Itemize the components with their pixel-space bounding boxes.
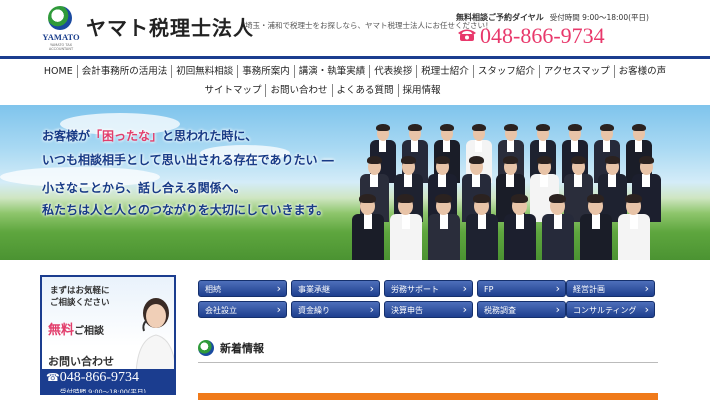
hero-highlight: 「困ったな」 (90, 129, 163, 143)
nav-item-office-info[interactable]: 事務所案内 (237, 65, 294, 78)
hero-line-1: お客様が「困ったな」と思われた時に、 (42, 127, 257, 144)
service-labor[interactable]: 労務サポート (384, 280, 473, 297)
banner-free-text: 無料 (48, 323, 75, 338)
operator-photo (135, 298, 174, 373)
company-name[interactable]: ヤマト税理士法人 (86, 12, 254, 41)
nav-row-2: サイトマップ お問い合わせ よくある質問 採用情報 (0, 84, 710, 97)
banner-lead: まずはお気軽に ご相談ください (50, 285, 110, 309)
logo-mark-icon (48, 6, 72, 30)
staff-person (428, 193, 460, 260)
header-contact: 無料相談ご予約ダイヤル 受付時間 9:00～18:00(平日) 048-866-9… (456, 12, 666, 48)
nav-item-staff[interactable]: スタッフ紹介 (472, 65, 539, 78)
news-divider (198, 362, 658, 363)
contact-label-text: 無料相談ご予約ダイヤル (456, 13, 544, 22)
hero-line-1a: お客様が (42, 129, 91, 143)
company-logo[interactable]: YAMATO YAMATO TAX ACCOUNTANT (40, 6, 80, 51)
service-business-plan[interactable]: 経営計画 (566, 280, 655, 297)
banner-lead-1: まずはお気軽に (50, 286, 110, 296)
site-header: YAMATO YAMATO TAX ACCOUNTANT ヤマト税理士法人 埼玉… (0, 0, 710, 56)
service-tax-audit[interactable]: 税務調査 (477, 301, 566, 318)
banner-lead-2: ご相談ください (50, 298, 110, 308)
nav-item-lectures[interactable]: 講演・執筆実績 (293, 65, 370, 78)
banner-phone-bar: ☎048-866-9734 受付時間 9:00～18:00(平日) (42, 369, 174, 395)
service-fp[interactable]: FP (477, 280, 566, 297)
service-tax-return[interactable]: 決算申告 (384, 301, 473, 318)
banner-phone-icon: ☎ (46, 372, 60, 384)
contact-label: 無料相談ご予約ダイヤル 受付時間 9:00～18:00(平日) (456, 12, 666, 23)
hero-line-4: 私たちは人と人とのつながりを大切にしていきます。 (42, 203, 329, 217)
hero-banner: お客様が「困ったな」と思われた時に、 いつも相談相手として思い出される存在であり… (0, 105, 710, 260)
nav-item-contact[interactable]: お問い合わせ (265, 84, 331, 97)
service-succession[interactable]: 事業承継 (291, 280, 380, 297)
banner-phone-text: 048-866-9734 (59, 370, 140, 385)
hero-line-1b: と思われた時に、 (162, 129, 258, 143)
banner-inquiry: お問い合わせ (48, 355, 114, 368)
nav-item-faq[interactable]: よくある質問 (331, 84, 398, 97)
service-incorporation[interactable]: 会社設立 (198, 301, 287, 318)
header-phone-number[interactable]: 048-866-9734 (456, 23, 605, 49)
staff-person (352, 193, 384, 260)
news-title: 新着情報 (220, 342, 264, 355)
phone-icon (458, 29, 476, 41)
staff-person (618, 193, 650, 260)
staff-person (580, 193, 612, 260)
logo-text: YAMATO (42, 32, 80, 42)
news-icon (198, 340, 214, 356)
header-phone-text: 048-866-9734 (480, 23, 605, 48)
service-inheritance[interactable]: 相続 (198, 280, 287, 297)
global-nav: HOME 会計事務所の活用法 初回無料相談 事務所案内 講演・執筆実績 代表挨拶… (0, 62, 710, 102)
nav-item-utilization[interactable]: 会計事務所の活用法 (76, 65, 172, 78)
contact-hours: 受付時間 9:00～18:00(平日) (549, 13, 649, 22)
nav-item-sitemap[interactable]: サイトマップ (200, 84, 265, 97)
hero-line-3: 小さなことから、話し合える関係へ。 (42, 181, 246, 195)
nav-item-access-map[interactable]: アクセスマップ (538, 65, 614, 78)
banner-phone[interactable]: ☎048-866-9734 (46, 370, 139, 386)
hero-line-2: いつも相談相手として思い出される存在でありたい ― (42, 153, 334, 167)
nav-row-1: HOME 会計事務所の活用法 初回無料相談 事務所案内 講演・執筆実績 代表挨拶… (0, 65, 710, 78)
banner-consult-text: ご相談 (74, 326, 105, 337)
nav-item-recruit[interactable]: 採用情報 (397, 84, 445, 97)
banner-free: 無料ご相談 (48, 323, 104, 339)
service-consulting[interactable]: コンサルティング (566, 301, 655, 318)
staff-group-photo (352, 115, 672, 260)
header-divider (0, 56, 710, 59)
nav-item-home[interactable]: HOME (40, 65, 77, 78)
news-section: 新着情報 (198, 336, 658, 364)
staff-person (466, 193, 498, 260)
staff-person (542, 193, 574, 260)
banner-hours: 受付時間 9:00～18:00(平日) (60, 388, 146, 395)
staff-person (390, 193, 422, 260)
news-orange-bar (198, 393, 658, 400)
nav-item-free-consultation[interactable]: 初回無料相談 (171, 65, 237, 78)
nav-item-testimonials[interactable]: お客様の声 (613, 65, 671, 78)
service-cashflow[interactable]: 資金繰り (291, 301, 380, 318)
nav-item-greeting[interactable]: 代表挨拶 (369, 65, 416, 78)
staff-person (504, 193, 536, 260)
contact-banner[interactable]: まずはお気軽に ご相談ください 無料ご相談 お問い合わせ ☎048-866-97… (40, 275, 176, 395)
logo-subtext: YAMATO TAX ACCOUNTANT (48, 43, 74, 51)
nav-item-tax-accountants[interactable]: 税理士紹介 (416, 65, 473, 78)
